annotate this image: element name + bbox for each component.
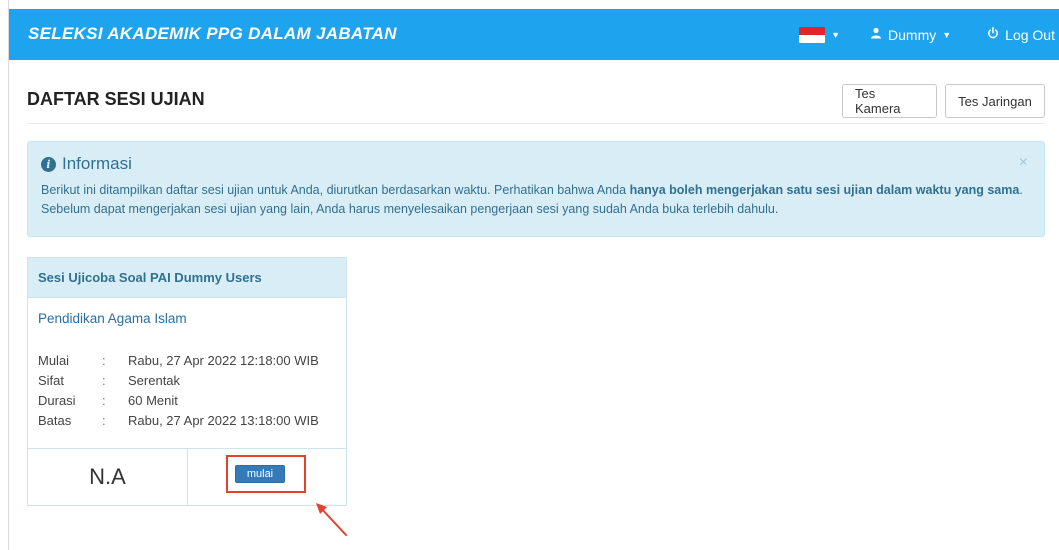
- network-test-button[interactable]: Tes Jaringan: [945, 84, 1045, 118]
- top-navbar: SELEKSI AKADEMIK PPG DALAM JABATAN ▼ Dum…: [9, 9, 1059, 60]
- info-value: Rabu, 27 Apr 2022 13:18:00 WIB: [128, 413, 319, 428]
- info-row-deadline: Batas : Rabu, 27 Apr 2022 13:18:00 WIB: [38, 411, 319, 431]
- session-info-table: Mulai : Rabu, 27 Apr 2022 12:18:00 WIB S…: [38, 351, 319, 431]
- arrow-annotation-icon: [316, 503, 347, 536]
- alert-message: Berikut ini ditampilkan daftar sesi ujia…: [41, 181, 1031, 219]
- info-icon: i: [41, 156, 56, 172]
- info-row-start: Mulai : Rabu, 27 Apr 2022 12:18:00 WIB: [38, 351, 319, 371]
- alert-text-part1: Berikut ini ditampilkan daftar sesi ujia…: [41, 183, 630, 197]
- logout-link[interactable]: Log Out: [987, 27, 1055, 43]
- page-title: DAFTAR SESI UJIAN: [27, 89, 205, 109]
- camera-test-button[interactable]: Tes Kamera: [842, 84, 937, 118]
- title-divider: [27, 123, 1045, 124]
- user-dropdown[interactable]: Dummy ▼: [870, 27, 951, 43]
- session-score: N.A: [28, 449, 188, 505]
- info-key: Durasi: [38, 393, 76, 408]
- chevron-down-icon: ▼: [942, 29, 952, 40]
- info-separator: :: [102, 353, 106, 368]
- power-icon: [987, 27, 999, 42]
- info-value: 60 Menit: [128, 393, 178, 408]
- session-card: Sesi Ujicoba Soal PAI Dummy Users Pendid…: [27, 257, 347, 506]
- alert-text-bold: hanya boleh mengerjakan satu sesi ujian …: [629, 183, 1020, 197]
- alert-title: Informasi: [62, 154, 132, 173]
- info-key: Batas: [38, 413, 72, 428]
- start-session-button[interactable]: mulai: [235, 465, 285, 483]
- indonesia-flag-icon: [799, 26, 826, 43]
- logout-label: Log Out: [1005, 26, 1055, 43]
- navbar-right: ▼ Dummy ▼ Log Out: [799, 9, 1059, 60]
- info-alert: i Informasi × Berikut ini ditampilkan da…: [27, 141, 1045, 237]
- session-card-footer: N.A mulai: [28, 448, 346, 505]
- user-icon: [870, 27, 882, 42]
- language-dropdown[interactable]: ▼: [799, 26, 841, 43]
- info-value: Rabu, 27 Apr 2022 12:18:00 WIB: [128, 353, 319, 368]
- alert-header: i Informasi: [41, 154, 132, 174]
- info-separator: :: [102, 373, 106, 388]
- session-subject: Pendidikan Agama Islam: [38, 311, 187, 326]
- chevron-down-icon: ▼: [831, 29, 841, 40]
- info-value: Serentak: [128, 373, 181, 388]
- close-icon[interactable]: ×: [1019, 154, 1028, 172]
- info-row-type: Sifat : Serentak: [38, 371, 319, 391]
- info-separator: :: [102, 393, 106, 408]
- info-row-duration: Durasi : 60 Menit: [38, 391, 319, 411]
- user-name: Dummy: [888, 26, 937, 43]
- info-separator: :: [102, 413, 106, 428]
- info-key: Sifat: [38, 373, 65, 388]
- session-name: Sesi Ujicoba Soal PAI Dummy Users: [28, 258, 346, 298]
- info-key: Mulai: [38, 353, 70, 368]
- page-left-border: [8, 0, 9, 550]
- app-brand[interactable]: SELEKSI AKADEMIK PPG DALAM JABATAN: [28, 24, 397, 44]
